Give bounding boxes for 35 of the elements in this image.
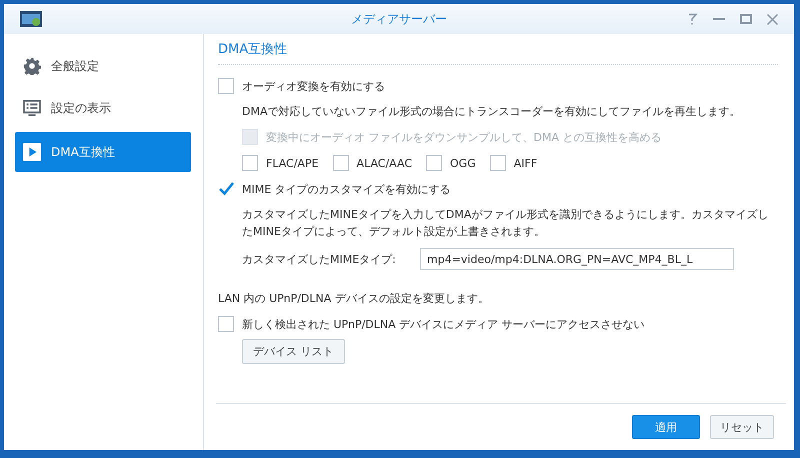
close-icon[interactable] — [767, 14, 778, 24]
window-title: メディアサーバー — [350, 10, 448, 28]
checkbox-label: AIFF — [514, 156, 538, 170]
checkbox[interactable] — [426, 155, 442, 171]
input-field[interactable]: mp4=video/mp4:DLNA.ORG_PN=AVC_MP4_BL_L — [420, 248, 734, 270]
sidebar-item[interactable]: 全般設定 — [15, 48, 191, 84]
film-icon — [20, 11, 42, 27]
play-icon — [23, 143, 41, 161]
checkbox-label: OGG — [450, 156, 476, 170]
checkbox-label: FLAC/APE — [266, 156, 319, 170]
checkbox[interactable] — [332, 155, 349, 171]
checkbox[interactable] — [218, 316, 234, 332]
sidebar-item[interactable]: DMA互換性 — [15, 132, 191, 172]
sidebar-item[interactable]: 設定の表示 — [15, 90, 191, 126]
checkbox-label: 新しく検出された UPnP/DLNA デバイスにメディア サーバーにアクセスさせない — [242, 316, 645, 332]
help-icon[interactable] — [688, 13, 698, 25]
section-heading: DMA互換性 — [218, 40, 778, 65]
minimize-icon[interactable] — [713, 18, 725, 20]
field-label: カスタマイズしたMIMEタイプ: — [242, 252, 397, 266]
description-text: LAN 内の UPnP/DLNA デバイスの設定を変更します。 — [218, 291, 490, 307]
checkbox[interactable] — [242, 155, 258, 171]
checkbox-label: MIME タイプのカスタマイズを有効にする — [242, 182, 451, 196]
maximize-icon[interactable] — [740, 14, 752, 24]
list-icon — [23, 100, 41, 116]
checkbox-label: 変換中にオーディオ ファイルをダウンサンプルして、DMA との互換性を高める — [266, 130, 662, 144]
checkbox[interactable] — [490, 155, 506, 171]
description-text: DMAで対応していないファイル形式の場合にトランスコーダーを有効にしてファイルを再生します。 — [242, 104, 742, 120]
checkbox[interactable] — [218, 78, 234, 94]
description-text: カスタマイズしたMINEタイプを入力してDMAがファイル形式を識別できるようにします。カスタマイズしたMINEタイプによって、デフォルト設定が上書きされます。 — [242, 207, 770, 240]
gear-icon — [23, 57, 41, 75]
device-list-button[interactable]: デバイス リスト — [242, 339, 344, 364]
checkbox-label: オーディオ変換を有効にする — [242, 78, 385, 94]
checkbox[interactable] — [218, 181, 234, 197]
reset-button[interactable]: リセット — [710, 415, 774, 439]
checkbox-label: ALAC/AAC — [356, 156, 412, 170]
